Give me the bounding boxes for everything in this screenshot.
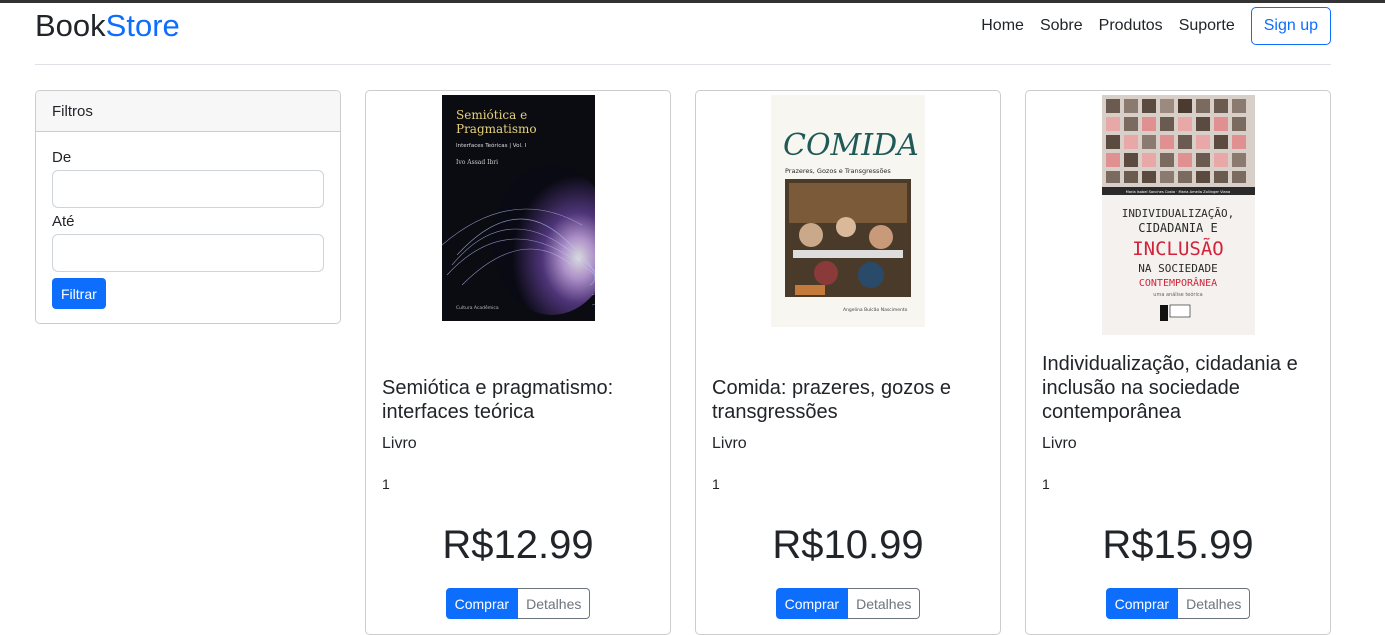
nav-suporte[interactable]: Suporte	[1179, 7, 1235, 45]
product-title[interactable]: Comida: prazeres, gozos e transgressões	[712, 376, 986, 424]
cover-title-line1: Semiótica e	[456, 108, 527, 122]
product-actions: Comprar Detalhes	[366, 588, 670, 619]
cover-line5: CONTEMPORÂNEA	[1139, 276, 1217, 289]
product-quantity: 1	[712, 476, 720, 492]
product-price: R$12.99	[442, 523, 594, 567]
to-label: Até	[52, 213, 75, 230]
nav-sobre[interactable]: Sobre	[1040, 7, 1083, 45]
product-quantity: 1	[1042, 476, 1050, 492]
book-cover-image[interactable]: Maria Isabel Sanches Costa · Maria Ameli…	[1102, 95, 1255, 335]
book-cover-image[interactable]: Semiótica e Pragmatismo Interfaces Teóri…	[442, 95, 595, 321]
buy-button[interactable]: Comprar	[1105, 588, 1179, 619]
cover-line4: NA SOCIEDADE	[1138, 262, 1217, 275]
product-price: R$10.99	[772, 523, 924, 567]
brand-part2: Store	[105, 8, 180, 43]
brand-part1: Book	[35, 8, 106, 43]
cover-publisher: Cultura Acadêmica	[456, 304, 499, 311]
cover-title: COMIDA	[783, 128, 919, 163]
product-price: R$15.99	[1102, 523, 1254, 567]
from-input[interactable]	[52, 170, 324, 208]
product-card: Maria Isabel Sanches Costa · Maria Ameli…	[1025, 90, 1331, 635]
details-button[interactable]: Detalhes	[518, 588, 591, 619]
from-label: De	[52, 149, 72, 166]
cover-line3: INCLUSÃO	[1132, 237, 1224, 260]
product-title[interactable]: Semiótica e pragmatismo: interfaces teór…	[382, 376, 656, 424]
filter-button[interactable]: Filtrar	[52, 278, 106, 309]
product-type: Livro	[382, 435, 417, 452]
buy-button[interactable]: Comprar	[445, 588, 519, 619]
filters-panel: Filtros De Até Filtrar	[35, 90, 341, 324]
cover-authors: Maria Isabel Sanches Costa · Maria Ameli…	[1126, 190, 1231, 194]
product-type: Livro	[712, 435, 747, 452]
cover-title-line2: Pragmatismo	[456, 122, 537, 136]
buy-button[interactable]: Comprar	[775, 588, 849, 619]
navbar: BookStore Home Sobre Produtos Suporte Si…	[35, 3, 1331, 65]
cover-subtitle: Interfaces Teóricas | Vol. I	[456, 142, 527, 149]
product-quantity: 1	[382, 476, 390, 492]
cover-line1: INDIVIDUALIZAÇÃO,	[1122, 207, 1235, 220]
details-button[interactable]: Detalhes	[848, 588, 921, 619]
product-card: Semiótica e Pragmatismo Interfaces Teóri…	[365, 90, 671, 635]
filters-body: De Até Filtrar	[36, 132, 340, 309]
details-button[interactable]: Detalhes	[1178, 588, 1251, 619]
cover-author: Angelina Bulcão Nascimento	[843, 307, 908, 313]
product-actions: Comprar Detalhes	[1026, 588, 1330, 619]
cover-line6: uma análise teórica	[1153, 291, 1202, 298]
product-actions: Comprar Detalhes	[696, 588, 1000, 619]
product-title[interactable]: Individualização, cidadania e inclusão n…	[1042, 352, 1316, 424]
signup-button[interactable]: Sign up	[1250, 7, 1331, 45]
book-cover-image[interactable]: COMIDA Prazeres, Gozos e Transgressões A…	[771, 95, 925, 327]
brand-logo[interactable]: BookStore	[35, 6, 180, 46]
cover-author: Ivo Assad Ibri	[456, 159, 498, 166]
cover-line2: CIDADANIA E	[1138, 221, 1217, 235]
cover-subtitle: Prazeres, Gozos e Transgressões	[785, 167, 891, 175]
product-card: COMIDA Prazeres, Gozos e Transgressões A…	[695, 90, 1001, 635]
main-nav: Home Sobre Produtos Suporte Sign up	[981, 7, 1331, 45]
product-type: Livro	[1042, 435, 1077, 452]
nav-produtos[interactable]: Produtos	[1099, 7, 1163, 45]
to-input[interactable]	[52, 234, 324, 272]
nav-home[interactable]: Home	[981, 7, 1024, 45]
filters-title: Filtros	[36, 91, 340, 132]
